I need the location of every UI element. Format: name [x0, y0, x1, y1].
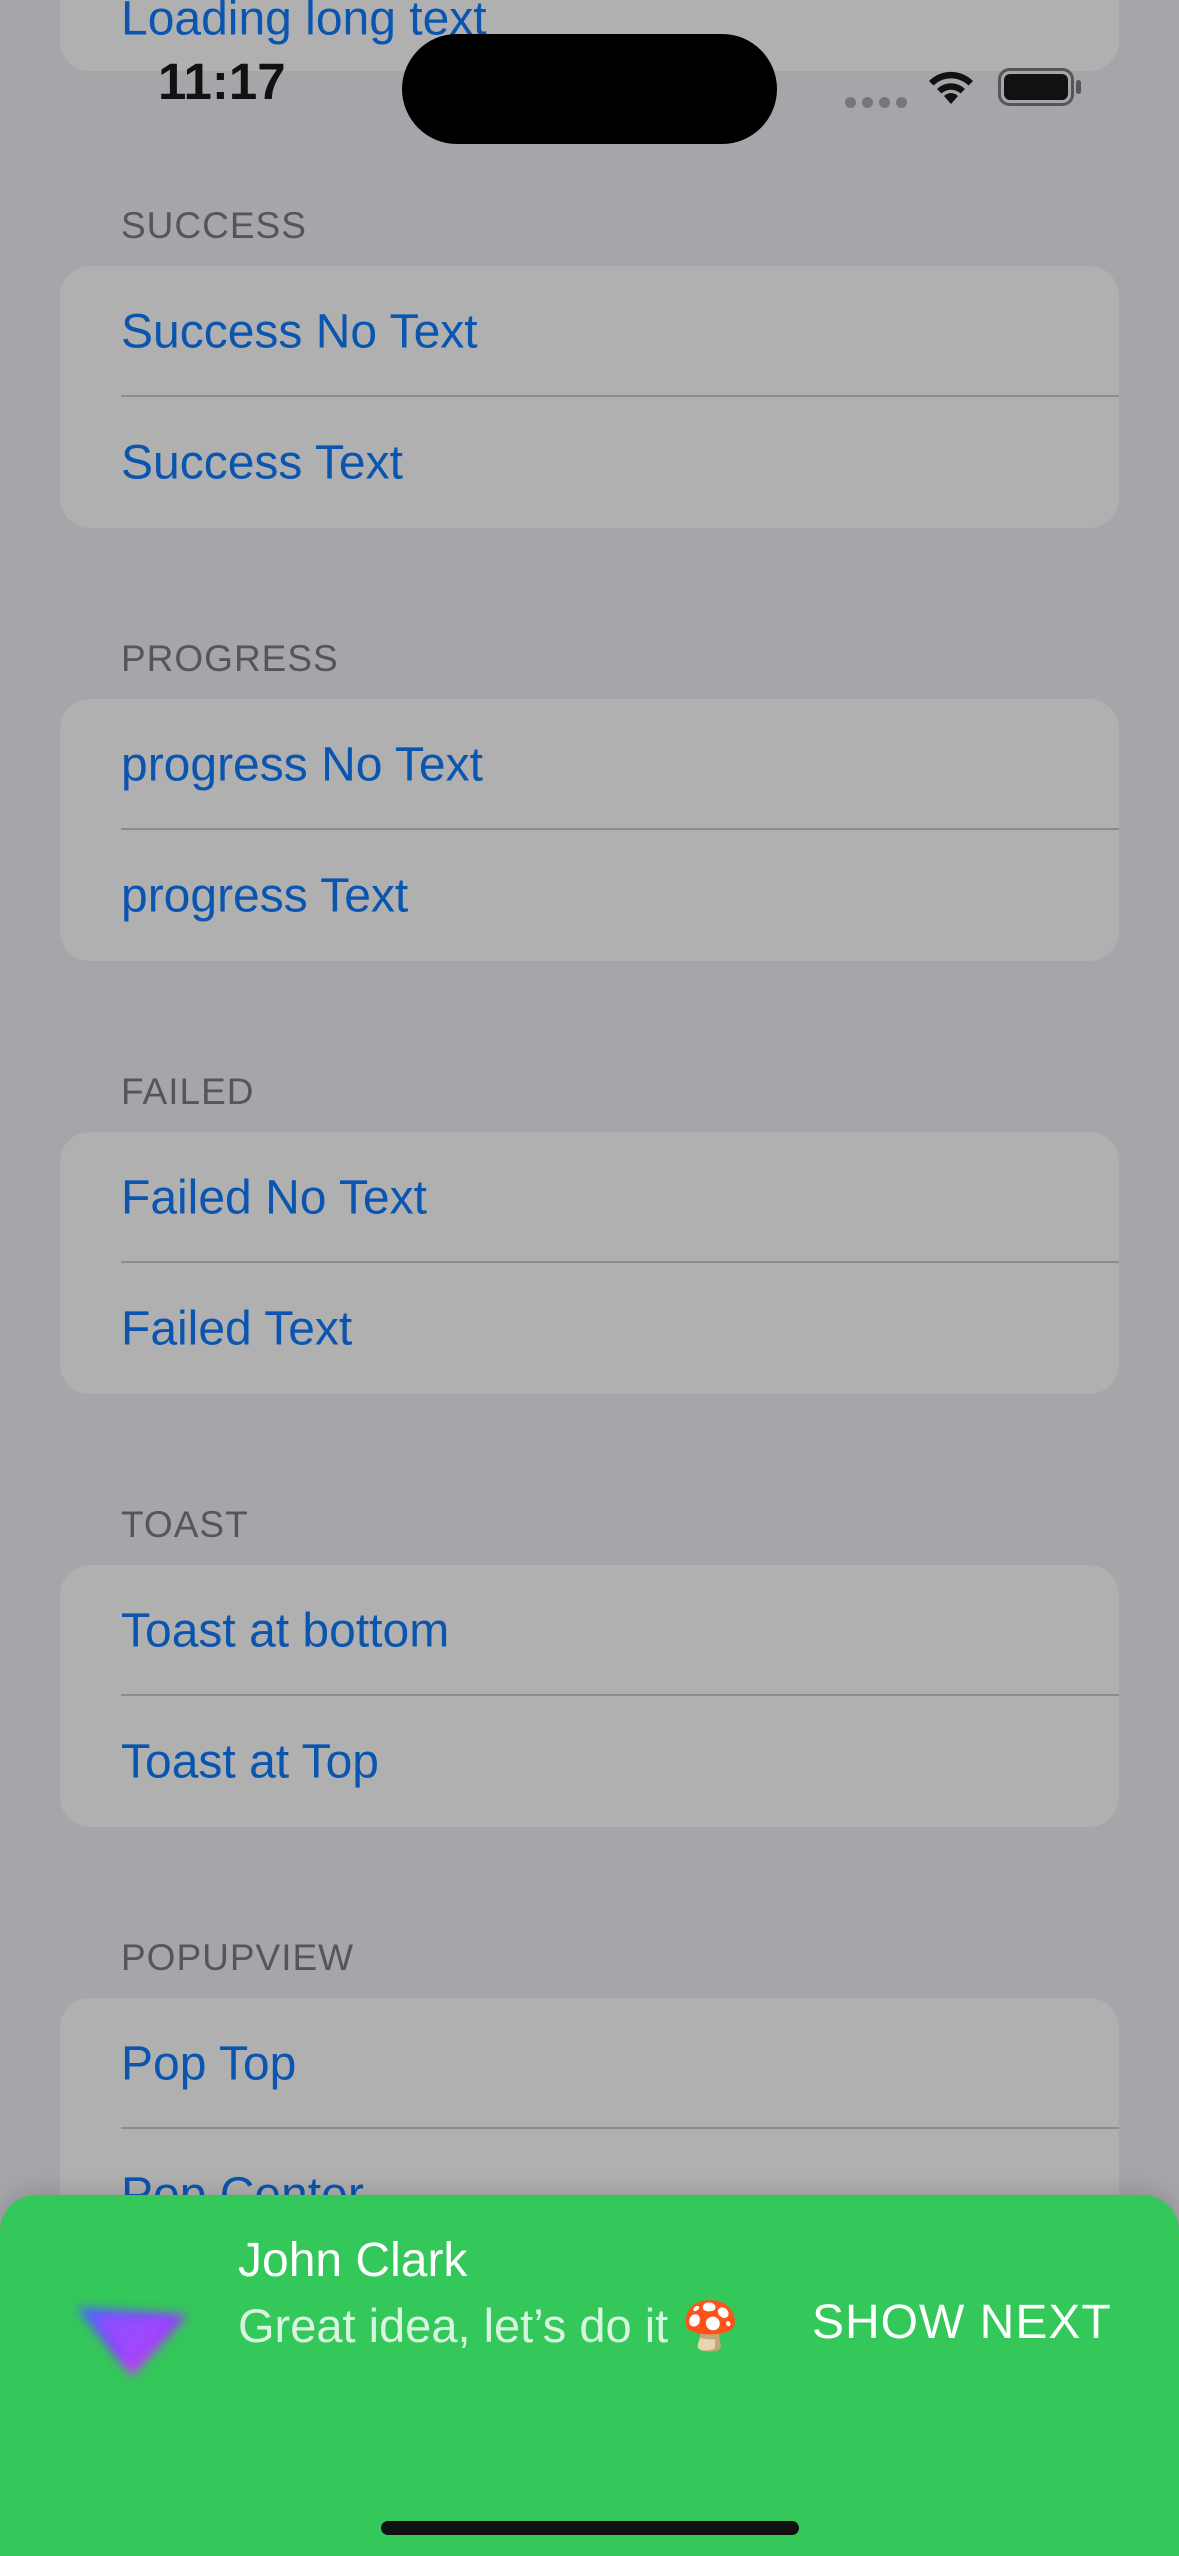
dynamic-island	[402, 34, 777, 144]
row-label: Failed No Text	[121, 1171, 427, 1224]
list-row[interactable]: Toast at Top	[60, 1696, 1119, 1827]
section-header-popupview: POPUPVIEW	[121, 1937, 355, 1978]
cellular-signal-icon	[845, 97, 907, 108]
battery-icon	[998, 68, 1081, 106]
section-header-toast: TOAST	[121, 1504, 249, 1545]
list-row[interactable]: Failed No Text	[60, 1132, 1119, 1263]
row-label: Pop Top	[121, 2037, 297, 2090]
list-row[interactable]: Toast at bottom	[60, 1565, 1119, 1696]
screen: Loading long text SUCCESS Success No Tex…	[0, 0, 1179, 2556]
list-row[interactable]: Success No Text	[60, 266, 1119, 397]
toast-message: Great idea, let’s do it 🍄	[238, 2299, 740, 2352]
toast-sender-name: John Clark	[238, 2234, 468, 2287]
progress-card: progress No Text progress Text	[60, 699, 1119, 961]
row-label: Success Text	[121, 436, 403, 489]
success-card: Success No Text Success Text	[60, 266, 1119, 528]
list-row[interactable]: progress No Text	[60, 699, 1119, 830]
wifi-icon	[929, 71, 973, 104]
row-label: Success No Text	[121, 305, 478, 358]
app-logo-icon	[76, 2307, 188, 2377]
section-header-progress: PROGRESS	[121, 638, 339, 679]
section-header-success: SUCCESS	[121, 205, 307, 246]
home-indicator[interactable]	[381, 2521, 799, 2535]
toast-card: Toast at bottom Toast at Top	[60, 1565, 1119, 1827]
row-label: Toast at Top	[121, 1735, 379, 1788]
list-row[interactable]: Pop Top	[60, 1998, 1119, 2129]
row-label: progress No Text	[121, 738, 483, 791]
list-row[interactable]: Failed Text	[60, 1263, 1119, 1394]
list-row[interactable]: Success Text	[60, 397, 1119, 528]
status-time: 11:17	[158, 53, 286, 110]
failed-card: Failed No Text Failed Text	[60, 1132, 1119, 1394]
section-header-failed: FAILED	[121, 1071, 255, 1112]
row-label: Failed Text	[121, 1302, 353, 1355]
row-label: Toast at bottom	[121, 1604, 450, 1657]
toast-notification[interactable]: John Clark Great idea, let’s do it 🍄 SHO…	[0, 2195, 1179, 2556]
row-label: progress Text	[121, 869, 409, 922]
list-row[interactable]: progress Text	[60, 830, 1119, 961]
show-next-button[interactable]: SHOW NEXT	[812, 2295, 1112, 2350]
